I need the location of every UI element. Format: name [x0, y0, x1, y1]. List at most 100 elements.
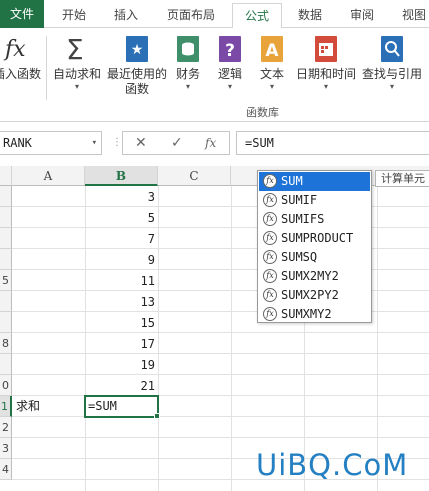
dropdown-arrow-icon: ▾ [389, 82, 394, 91]
row-header[interactable] [0, 186, 12, 207]
gridline [12, 332, 429, 333]
cell-b6[interactable]: 13 [85, 292, 158, 313]
tab-page-layout[interactable]: 页面布局 [163, 3, 219, 27]
row-header[interactable] [0, 291, 12, 312]
function-tooltip: 计算单元 [375, 170, 429, 187]
financial-button[interactable]: 财务 ▾ [172, 34, 204, 92]
logical-book-icon: ? [219, 36, 241, 62]
lookup-label: 查找与引用 [362, 67, 423, 81]
cell-b4[interactable]: 9 [85, 250, 158, 271]
star-book-icon: ★ [126, 36, 148, 62]
name-box[interactable]: RANK ▾ [0, 131, 102, 155]
ribbon: fx 插入函数 Σ 自动求和 ▾ ★ 最近使用的 函数 财务 ▾ ? 逻辑 ▾ … [0, 28, 429, 122]
resize-handle[interactable]: ⋮ [112, 137, 122, 148]
fill-handle[interactable] [154, 413, 160, 419]
dropdown-arrow-icon: ▾ [185, 82, 190, 91]
tab-file[interactable]: 文件 [0, 0, 44, 28]
row-header[interactable]: 4 [0, 459, 12, 480]
function-autocomplete-list[interactable]: fx SUM fx SUMIF fx SUMIFS fx SUMPRODUCT fx SUMSQ f… [257, 170, 372, 323]
select-all-corner[interactable] [0, 166, 12, 186]
datetime-button[interactable]: 日期和时间 ▾ [296, 34, 356, 92]
logical-button[interactable]: ? 逻辑 ▾ [214, 34, 246, 92]
cell-b11[interactable]: =SUM [88, 396, 156, 417]
dropdown-arrow-icon: ▾ [74, 82, 79, 91]
row-header[interactable]: 3 [0, 438, 12, 459]
gridline [12, 437, 429, 438]
autocomplete-item-label: SUMIF [281, 193, 318, 207]
cell-b5[interactable]: 11 [85, 271, 158, 292]
function-icon: fx [263, 288, 277, 302]
autocomplete-item-label: SUM [281, 174, 303, 188]
name-box-value: RANK [3, 136, 32, 150]
autocomplete-item-label: SUMX2PY2 [281, 288, 339, 302]
tab-home[interactable]: 开始 [58, 3, 90, 27]
tab-view[interactable]: 视图 [398, 3, 429, 27]
autocomplete-item[interactable]: fx SUMPRODUCT [259, 229, 370, 248]
autocomplete-item[interactable]: fx SUM [259, 172, 370, 191]
chevron-down-icon[interactable]: ▾ [92, 132, 97, 154]
dropdown-arrow-icon: ▾ [269, 82, 274, 91]
row-header[interactable]: 0 [0, 375, 12, 396]
gridline [377, 186, 378, 491]
column-header-c[interactable]: C [158, 166, 231, 186]
autocomplete-item-label: SUMSQ [281, 250, 318, 264]
autocomplete-item[interactable]: fx SUMIFS [259, 210, 370, 229]
cell-b2[interactable]: 5 [85, 208, 158, 229]
autocomplete-item[interactable]: fx SUMIF [259, 191, 370, 210]
autosum-label: 自动求和 [52, 67, 101, 81]
fx-icon[interactable]: fx [205, 136, 216, 150]
lookup-button[interactable]: 查找与引用 ▾ [362, 34, 422, 92]
cell-b3[interactable]: 7 [85, 229, 158, 250]
text-button[interactable]: A 文本 ▾ [256, 34, 288, 92]
autocomplete-item[interactable]: fx SUMX2PY2 [259, 286, 370, 305]
row-header[interactable]: 8 [0, 333, 12, 354]
financial-book-icon [177, 36, 199, 62]
svg-text:Σ: Σ [66, 34, 84, 64]
cancel-icon[interactable]: ✕ [135, 135, 147, 151]
function-icon: fx [263, 269, 277, 283]
formula-input[interactable]: =SUM [236, 131, 429, 155]
column-header-b[interactable]: B [85, 166, 158, 186]
insert-function-button[interactable]: fx 插入函数 [0, 34, 42, 82]
lookup-book-icon [381, 36, 403, 62]
tab-insert[interactable]: 插入 [110, 3, 142, 27]
cell-b10[interactable]: 21 [85, 376, 158, 397]
function-icon: fx [263, 250, 277, 264]
row-header[interactable]: 5 [0, 270, 12, 291]
autocomplete-item[interactable]: fx SUMXMY2 [259, 305, 370, 324]
cell-a11[interactable]: 求和 [16, 396, 84, 417]
tab-formulas[interactable]: 公式 [232, 3, 282, 29]
row-header[interactable]: 2 [0, 417, 12, 438]
dropdown-arrow-icon: ▾ [227, 82, 232, 91]
autosum-button[interactable]: Σ 自动求和 ▾ [50, 34, 104, 92]
row-header[interactable] [0, 228, 12, 249]
row-header[interactable] [0, 312, 12, 333]
row-header[interactable] [0, 207, 12, 228]
cell-b1[interactable]: 3 [85, 187, 158, 208]
row-header[interactable]: 1 [0, 396, 12, 417]
row-header[interactable] [0, 249, 12, 270]
ribbon-tab-bar: 文件 开始 插入 页面布局 公式 数据 审阅 视图 [0, 0, 429, 29]
text-book-icon: A [261, 36, 283, 62]
sigma-icon: Σ [66, 34, 84, 64]
enter-icon[interactable]: ✓ [171, 135, 183, 151]
column-header-a[interactable]: A [12, 166, 85, 186]
function-icon: fx [263, 231, 277, 245]
recent-functions-label-2: 函数 [124, 82, 149, 96]
row-header[interactable] [0, 354, 12, 375]
text-label: 文本 [259, 67, 284, 81]
autocomplete-item[interactable]: fx SUMX2MY2 [259, 267, 370, 286]
cell-b8[interactable]: 17 [85, 334, 158, 355]
cell-b7[interactable]: 15 [85, 313, 158, 334]
gridline [158, 186, 159, 491]
autocomplete-item-label: SUMIFS [281, 212, 325, 226]
fx-icon: fx [3, 37, 26, 62]
tab-data[interactable]: 数据 [294, 3, 326, 27]
gridline [12, 353, 429, 354]
function-library-group-label: 函数库 [246, 106, 279, 119]
svg-text:?: ? [225, 41, 235, 61]
recent-functions-button[interactable]: ★ 最近使用的 函数 [105, 34, 169, 97]
cell-b9[interactable]: 19 [85, 355, 158, 376]
autocomplete-item[interactable]: fx SUMSQ [259, 248, 370, 267]
tab-review[interactable]: 审阅 [346, 3, 378, 27]
